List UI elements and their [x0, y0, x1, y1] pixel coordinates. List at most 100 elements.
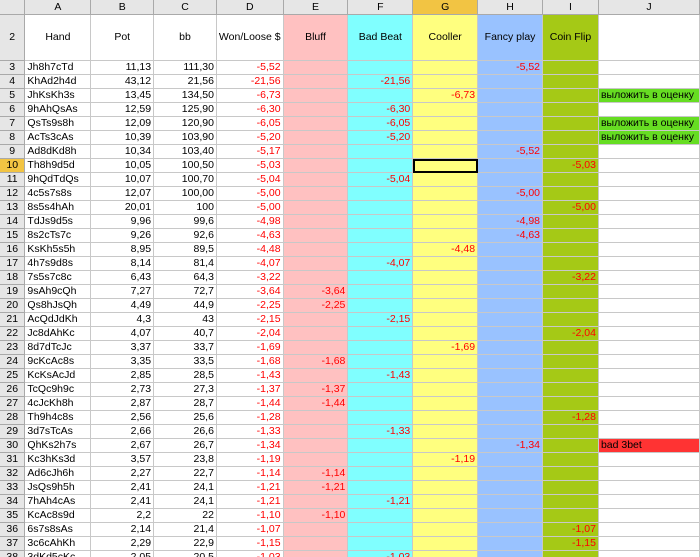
cell-pot[interactable]: 12,09: [90, 116, 155, 131]
cell-bluff[interactable]: -1,68: [283, 354, 349, 369]
cell-badbeat[interactable]: -21,56: [347, 74, 414, 89]
cell-won[interactable]: -1,14: [216, 466, 284, 481]
cell-won[interactable]: -5,52: [216, 60, 284, 75]
cell-bb[interactable]: 40,7: [153, 326, 217, 341]
cell-coin[interactable]: [542, 480, 599, 495]
cell-bb[interactable]: 25,6: [153, 410, 217, 425]
header-cell-bb[interactable]: bb: [153, 14, 217, 61]
cell-badbeat[interactable]: [347, 396, 414, 411]
cell-bb[interactable]: 28,7: [153, 396, 217, 411]
cell-badbeat[interactable]: [347, 144, 414, 159]
cell-pot[interactable]: 10,34: [90, 144, 155, 159]
cell-hand[interactable]: 9sAh9cQh: [24, 284, 92, 299]
cell-note[interactable]: [598, 382, 700, 397]
cell-coin[interactable]: [542, 242, 599, 257]
cell-coin[interactable]: -5,03: [542, 158, 599, 173]
cell-coin[interactable]: [542, 508, 599, 523]
cell-won[interactable]: -1,07: [216, 522, 284, 537]
row-number[interactable]: 13: [0, 200, 26, 215]
cell-fancy[interactable]: [477, 382, 544, 397]
cell-cooller[interactable]: -4,48: [412, 242, 479, 257]
cell-cooller[interactable]: [412, 74, 479, 89]
cell-cooller[interactable]: [412, 424, 479, 439]
cell-won[interactable]: -1,44: [216, 396, 284, 411]
cell-bluff[interactable]: [283, 438, 349, 453]
cell-won[interactable]: -1,21: [216, 494, 284, 509]
row-number[interactable]: 27: [0, 396, 26, 411]
cell-badbeat[interactable]: -1,21: [347, 494, 414, 509]
cell-note[interactable]: [598, 158, 700, 173]
cell-bb[interactable]: 23,8: [153, 452, 217, 467]
cell-coin[interactable]: [542, 116, 599, 131]
cell-bb[interactable]: 22: [153, 508, 217, 523]
cell-pot[interactable]: 9,26: [90, 228, 155, 243]
cell-bb[interactable]: 125,90: [153, 102, 217, 117]
cell-cooller[interactable]: [412, 438, 479, 453]
row-number[interactable]: 2: [0, 14, 26, 61]
cell-hand[interactable]: Ad8dKd8h: [24, 144, 92, 159]
cell-won[interactable]: -1,69: [216, 340, 284, 355]
cell-cooller[interactable]: [412, 536, 479, 551]
cell-fancy[interactable]: [477, 522, 544, 537]
cell-pot[interactable]: 11,13: [90, 60, 155, 75]
cell-bluff[interactable]: -1,21: [283, 480, 349, 495]
cell-badbeat[interactable]: -5,04: [347, 172, 414, 187]
cell-fancy[interactable]: [477, 158, 544, 173]
cell-pot[interactable]: 10,07: [90, 172, 155, 187]
cell-bb[interactable]: 21,4: [153, 522, 217, 537]
cell-badbeat[interactable]: [347, 270, 414, 285]
cell-pot[interactable]: 8,14: [90, 256, 155, 271]
cell-hand[interactable]: JhKsKh3s: [24, 88, 92, 103]
cell-cooller[interactable]: [412, 382, 479, 397]
cell-bluff[interactable]: [283, 60, 349, 75]
cell-note[interactable]: [598, 396, 700, 411]
cell-fancy[interactable]: [477, 130, 544, 145]
header-cell-cooller[interactable]: Cooller: [412, 14, 479, 61]
cell-coin[interactable]: [542, 452, 599, 467]
cell-cooller[interactable]: [412, 256, 479, 271]
cell-coin[interactable]: [542, 60, 599, 75]
cell-coin[interactable]: [542, 172, 599, 187]
cell-bb[interactable]: 26,6: [153, 424, 217, 439]
cell-pot[interactable]: 2,2: [90, 508, 155, 523]
row-number[interactable]: 15: [0, 228, 26, 243]
cell-cooller[interactable]: [412, 186, 479, 201]
cell-coin[interactable]: -1,28: [542, 410, 599, 425]
cell-pot[interactable]: 13,45: [90, 88, 155, 103]
cell-pot[interactable]: 43,12: [90, 74, 155, 89]
row-number[interactable]: 28: [0, 410, 26, 425]
cell-coin[interactable]: -2,04: [542, 326, 599, 341]
cell-badbeat[interactable]: -1,43: [347, 368, 414, 383]
cell-hand[interactable]: 3d7sTcAs: [24, 424, 92, 439]
cell-fancy[interactable]: [477, 88, 544, 103]
cell-fancy[interactable]: [477, 424, 544, 439]
cell-fancy[interactable]: [477, 312, 544, 327]
cell-pot[interactable]: 4,49: [90, 298, 155, 313]
cell-badbeat[interactable]: [347, 480, 414, 495]
cell-bluff[interactable]: [283, 158, 349, 173]
cell-hand[interactable]: KhAd2h4d: [24, 74, 92, 89]
cell-badbeat[interactable]: -5,20: [347, 130, 414, 145]
cell-fancy[interactable]: [477, 452, 544, 467]
cell-note[interactable]: bad 3bet: [598, 438, 700, 453]
cell-cooller[interactable]: [412, 130, 479, 145]
cell-badbeat[interactable]: [347, 186, 414, 201]
cell-note[interactable]: [598, 256, 700, 271]
cell-cooller[interactable]: [412, 494, 479, 509]
cell-fancy[interactable]: -4,63: [477, 228, 544, 243]
cell-bluff[interactable]: [283, 270, 349, 285]
cell-bb[interactable]: 100,50: [153, 158, 217, 173]
cell-cooller[interactable]: [412, 368, 479, 383]
cell-fancy[interactable]: [477, 480, 544, 495]
cell-cooller[interactable]: [412, 550, 479, 557]
cell-won[interactable]: -6,73: [216, 88, 284, 103]
cell-cooller[interactable]: [412, 158, 479, 173]
cell-pot[interactable]: 20,01: [90, 200, 155, 215]
cell-hand[interactable]: Jc8dAhKc: [24, 326, 92, 341]
cell-bluff[interactable]: [283, 536, 349, 551]
row-number[interactable]: 8: [0, 130, 26, 145]
cell-won[interactable]: -4,98: [216, 214, 284, 229]
cell-cooller[interactable]: [412, 172, 479, 187]
cell-bb[interactable]: 120,90: [153, 116, 217, 131]
cell-hand[interactable]: KsKh5s5h: [24, 242, 92, 257]
